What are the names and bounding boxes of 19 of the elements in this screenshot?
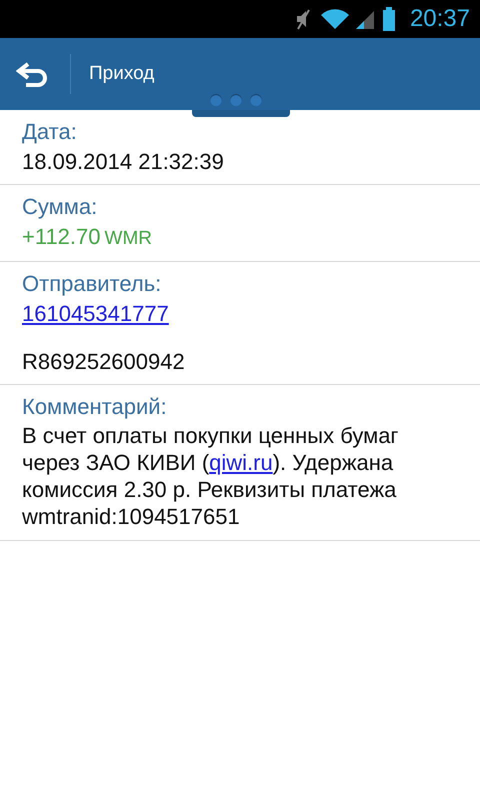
back-icon[interactable]: [16, 61, 50, 87]
field-label: Дата:: [22, 118, 78, 146]
amount-value: +112.70: [22, 224, 101, 249]
currency-label: WMR: [104, 228, 152, 249]
page-dot[interactable]: [210, 94, 222, 106]
page-dot[interactable]: [250, 94, 262, 106]
site-link[interactable]: qiwi.ru: [209, 450, 273, 475]
field-label: Сумма:: [22, 193, 98, 221]
wifi-icon: [320, 8, 350, 30]
page-dot[interactable]: [230, 94, 242, 106]
field-label: Отправитель:: [22, 270, 162, 298]
wallet-link[interactable]: 161045341777: [22, 301, 169, 326]
clock: 20:37: [410, 5, 470, 33]
field-label: Комментарий:: [22, 393, 168, 421]
battery-icon: [382, 7, 396, 31]
field-value: 18.09.2014 21:32:39: [22, 148, 225, 176]
screen-title: Приход: [89, 63, 154, 85]
comment-text: В счет оплаты покупки ценных бумаг через ЗАО КИВИ (qiwi.ru). Удержана комиссия 2.30 р. Реквизиты платежа wmtranid:1094517651: [22, 422, 400, 530]
field-value: R869252600942: [22, 348, 186, 376]
